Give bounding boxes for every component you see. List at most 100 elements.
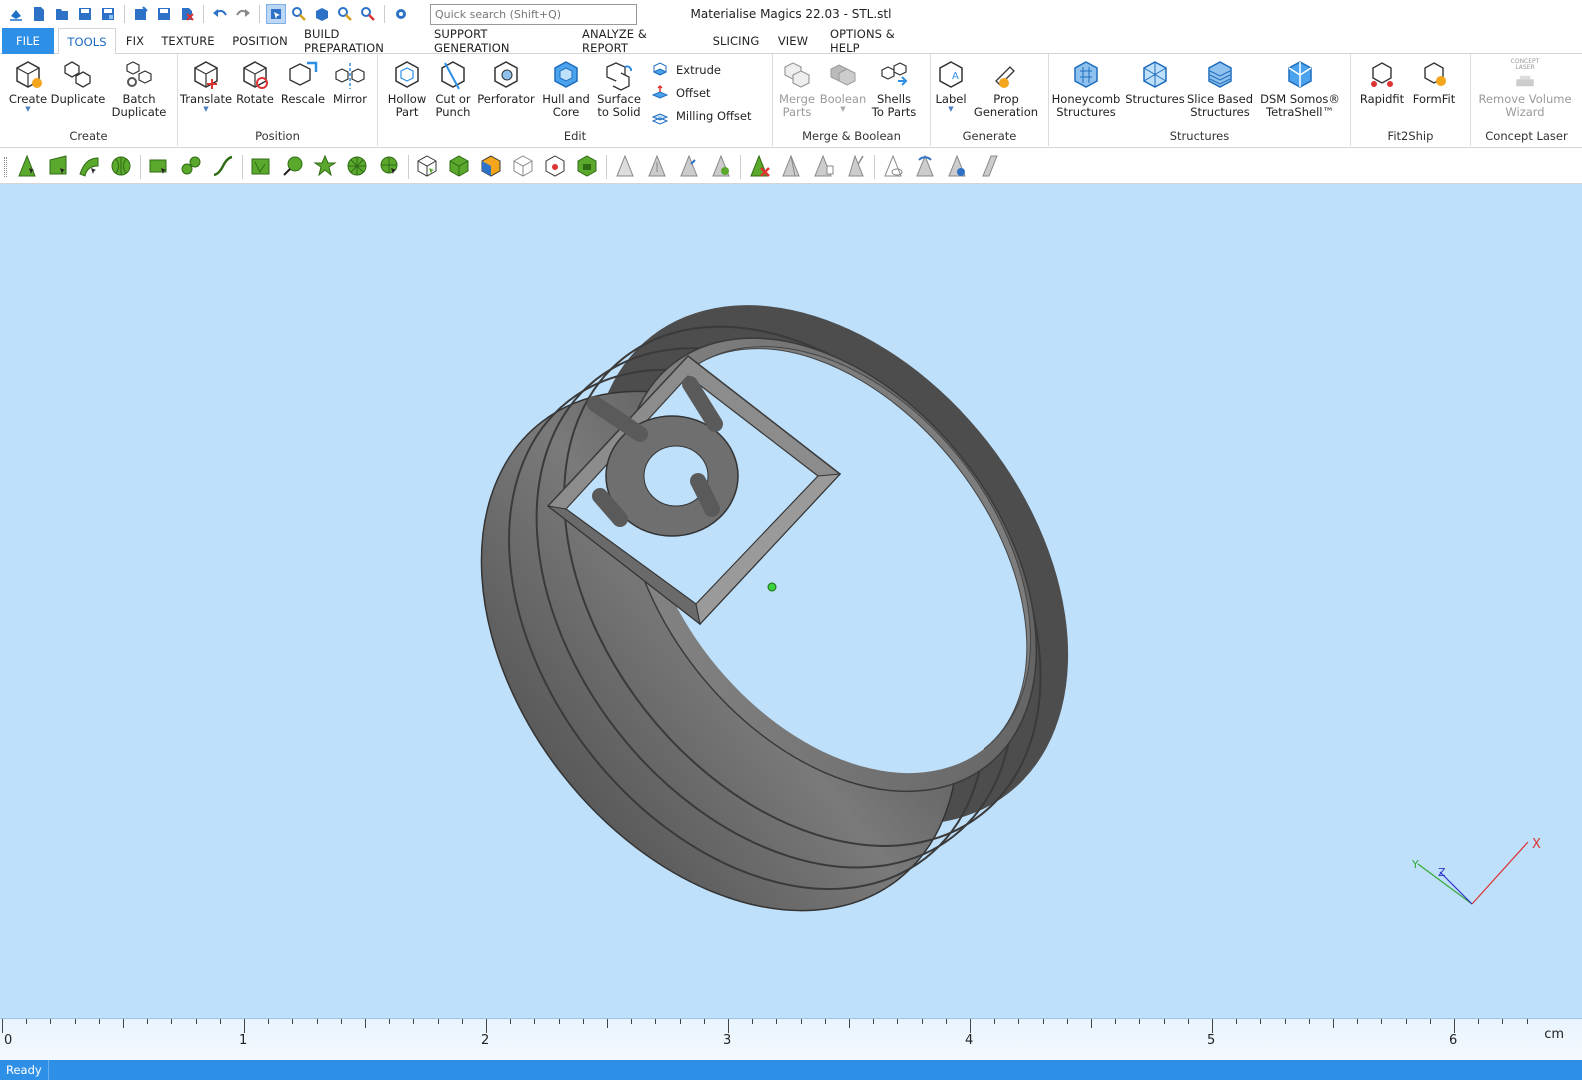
label-icon: A [934, 58, 968, 92]
ruler-tick [607, 1019, 608, 1028]
duplicate-icon [61, 58, 95, 92]
ruler-tick [849, 1019, 850, 1028]
select-shell-icon[interactable] [108, 153, 134, 179]
milling-offset-icon [651, 113, 669, 125]
hollow-part-button[interactable]: Hollow Part [384, 58, 430, 119]
ruler-tick [1212, 1019, 1213, 1033]
structures-button[interactable]: Structures [1125, 58, 1185, 106]
extrude-button[interactable]: Extrude [650, 59, 721, 81]
toolbar-grip[interactable] [4, 157, 7, 177]
transfer-marking-icon[interactable] [912, 153, 938, 179]
select-marked-part-icon[interactable] [542, 153, 568, 179]
tetrashell-icon [1283, 58, 1317, 92]
perforator-icon [489, 58, 523, 92]
cut-or-punch-button[interactable]: Cut or Punch [432, 58, 474, 119]
select-colored-part-icon[interactable] [478, 153, 504, 179]
select-outline-part-icon[interactable] [510, 153, 536, 179]
tab-fix[interactable]: FIX [120, 28, 150, 54]
select-curve-icon[interactable] [210, 153, 236, 179]
select-part-icon[interactable] [414, 153, 440, 179]
unmark-all-icon[interactable] [746, 153, 772, 179]
milling-offset-button[interactable]: Milling Offset [650, 105, 752, 127]
translate-button[interactable]: Translate ▼ [180, 58, 232, 113]
ruler-tick [1018, 1019, 1020, 1024]
select-rectangle-icon[interactable] [146, 153, 172, 179]
rescale-button[interactable]: Rescale [280, 58, 326, 106]
invert-marking-icon[interactable] [842, 153, 868, 179]
offset-button[interactable]: Offset [650, 82, 711, 104]
rotate-button[interactable]: Rotate [234, 58, 276, 106]
unmark-triangle-icon[interactable] [612, 153, 638, 179]
hull-and-core-button[interactable]: Hull and Core [538, 58, 594, 119]
select-sphere-icon[interactable] [376, 153, 402, 179]
ribbon-tabs: FILE TOOLS FIX TEXTURE POSITION BUILD PR… [0, 27, 1582, 55]
ring-model[interactable]: X Y Z [0, 184, 1582, 1018]
formfit-button[interactable]: FormFit [1409, 58, 1459, 106]
ruler-tick [1333, 1019, 1334, 1028]
select-triangle-icon[interactable] [14, 153, 40, 179]
merge-parts-icon [780, 58, 814, 92]
select-all-parts-icon[interactable] [446, 153, 472, 179]
ruler-tick [413, 1019, 415, 1024]
perforator-button[interactable]: Perforator [476, 58, 536, 106]
title-bar: Quick search (Shift+Q) Materialise Magic… [0, 0, 1582, 28]
group-label-fit2ship: Fit2Ship [1387, 129, 1434, 143]
view-marked-icon[interactable] [944, 153, 970, 179]
concept-laser-logo: CONCEPT LASER [1508, 58, 1542, 92]
unmark-surface-icon[interactable] [676, 153, 702, 179]
honeycomb-structures-button[interactable]: Honeycomb Structures [1051, 58, 1121, 119]
tab-file[interactable]: FILE [2, 28, 54, 54]
shells-to-parts-button[interactable]: Shells To Parts [869, 58, 919, 119]
select-star-icon[interactable] [312, 153, 338, 179]
hide-triangle-icon[interactable] [880, 153, 906, 179]
tab-options-help[interactable]: OPTIONS & HELP [830, 27, 926, 55]
duplicate-button[interactable]: Duplicate [50, 58, 106, 106]
tab-build-preparation[interactable]: BUILD PREPARATION [304, 27, 418, 55]
remove-volume-wizard-button[interactable]: CONCEPT LASER Remove Volume Wizard [1475, 58, 1575, 119]
select-lasso-icon[interactable] [178, 153, 204, 179]
rapidfit-button[interactable]: Rapidfit [1357, 58, 1407, 106]
prop-generation-button[interactable]: Prop Generation [971, 58, 1041, 119]
marked-to-part-icon[interactable] [976, 153, 1002, 179]
select-surface-icon[interactable] [76, 153, 102, 179]
tab-texture[interactable]: TEXTURE [160, 28, 216, 54]
ruler-tick [800, 1019, 802, 1024]
tab-tools[interactable]: TOOLS [58, 28, 116, 55]
shrink-marking-icon[interactable] [810, 153, 836, 179]
select-wheel-icon[interactable] [344, 153, 370, 179]
create-button[interactable]: Create ▼ [8, 58, 48, 113]
translate-icon [189, 58, 223, 92]
boolean-button[interactable]: Boolean ▼ [819, 58, 867, 113]
ruler-tick [1429, 1019, 1431, 1024]
slice-based-structures-button[interactable]: Slice Based Structures [1187, 58, 1253, 119]
select-plane-icon[interactable] [45, 153, 71, 179]
3d-viewport[interactable]: X Y Z [0, 184, 1582, 1018]
select-green-part-icon[interactable] [574, 153, 600, 179]
ruler-tick [921, 1019, 923, 1024]
label-button[interactable]: A Label ▼ [933, 58, 969, 113]
merge-parts-button[interactable]: Merge Parts [777, 58, 817, 119]
ruler-label-1: 1 [239, 1033, 248, 1048]
unmark-plane-icon[interactable] [644, 153, 670, 179]
tab-analyze-report[interactable]: ANALYZE & REPORT [582, 27, 690, 55]
slice-based-icon [1203, 58, 1237, 92]
group-label-create: Create [69, 129, 108, 143]
mirror-button[interactable]: Mirror [328, 58, 372, 106]
group-fit2ship: Rapidfit FormFit Fit2Ship [1351, 54, 1471, 146]
batch-duplicate-button[interactable]: Batch Duplicate [110, 58, 168, 119]
tab-view[interactable]: VIEW [776, 28, 810, 54]
axis-x-label: X [1532, 837, 1541, 852]
ruler-tick [486, 1019, 487, 1033]
select-box-region-icon[interactable] [248, 153, 274, 179]
tab-support-generation[interactable]: SUPPORT GENERATION [434, 27, 560, 55]
dsm-somos-tetrashell-button[interactable]: DSM Somos® TetraShell™ [1255, 58, 1345, 119]
unmark-shell-icon[interactable] [708, 153, 734, 179]
tab-position[interactable]: POSITION [228, 28, 292, 54]
expand-marking-icon[interactable] [778, 153, 804, 179]
select-paint-icon[interactable] [280, 153, 306, 179]
rescale-icon [286, 58, 320, 92]
ruler-tick [631, 1019, 633, 1024]
tab-slicing[interactable]: SLICING [712, 28, 760, 54]
surface-to-solid-button[interactable]: Surface to Solid [596, 58, 642, 119]
axis-triad: X Y Z [1411, 837, 1541, 905]
